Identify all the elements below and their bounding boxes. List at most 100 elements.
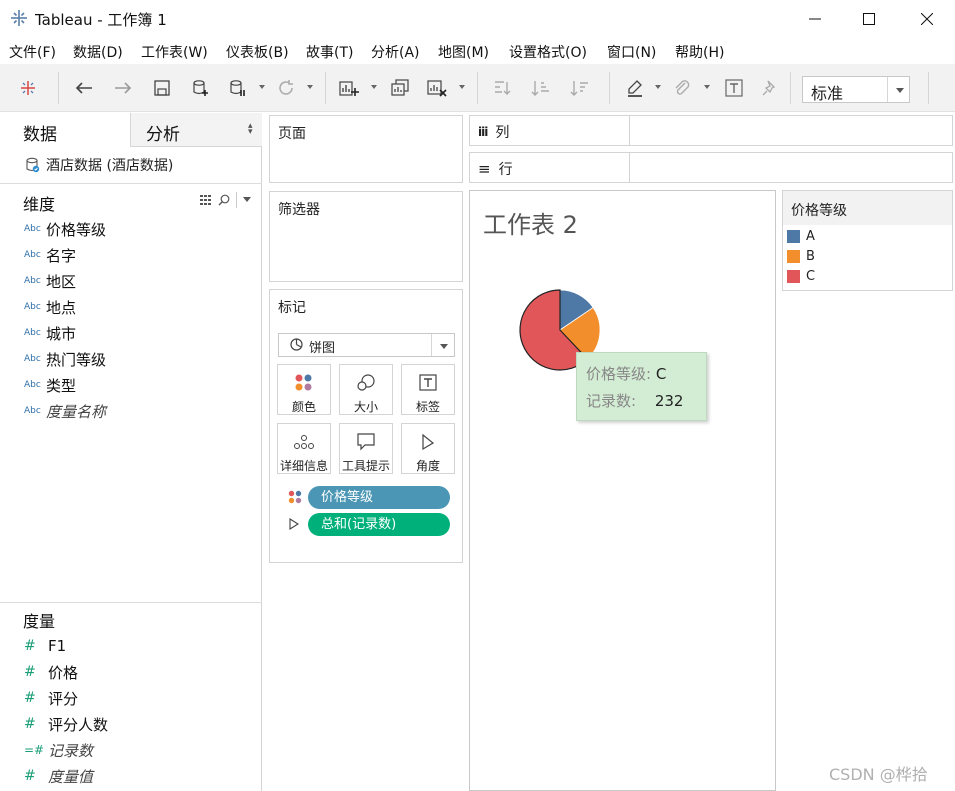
new-worksheet-button[interactable] — [337, 76, 361, 100]
menu-data[interactable]: 数据(D) — [73, 42, 123, 62]
legend-item-b[interactable]: B — [787, 249, 815, 264]
datasource-name: 酒店数据 (酒店数据) — [46, 158, 174, 174]
field-dimension[interactable]: Abc 度量名称 — [24, 400, 106, 422]
filters-card[interactable]: 筛选器 — [269, 191, 463, 282]
fit-select[interactable]: 标准 — [802, 76, 910, 103]
field-dimension[interactable]: Abc 价格等级 — [24, 218, 106, 240]
refresh-button[interactable] — [274, 76, 298, 100]
color-button[interactable]: 颜色 — [277, 364, 331, 415]
field-dimension[interactable]: Abc 名字 — [24, 244, 76, 266]
minimize-button[interactable] — [792, 0, 838, 38]
datasource-item[interactable]: 酒店数据 (酒店数据) — [26, 155, 173, 175]
refresh-icon — [279, 80, 293, 95]
fit-select-divider — [887, 77, 888, 102]
sort-descending-button[interactable] — [568, 76, 592, 100]
undo-button[interactable] — [72, 76, 96, 100]
menu-window[interactable]: 窗口(N) — [607, 42, 656, 62]
legend-label: A — [806, 229, 815, 244]
field-measure[interactable]: =# 记录数 — [24, 739, 93, 761]
new-sheet-dropdown-caret[interactable] — [371, 85, 377, 89]
legend-item-c[interactable]: C — [787, 269, 815, 284]
divider — [629, 116, 630, 145]
new-datasource-button[interactable] — [189, 76, 213, 100]
field-measure[interactable]: # 评分人数 — [24, 713, 108, 735]
columns-shelf[interactable]: iii 列 — [469, 115, 953, 146]
updown-icon: ▴ ▾ — [248, 121, 253, 137]
save-button[interactable] — [150, 76, 174, 100]
pages-card[interactable]: 页面 — [269, 115, 463, 183]
field-measure[interactable]: # F1 — [24, 635, 66, 657]
number-type-icon: # — [24, 716, 36, 732]
sort-descending-icon — [570, 81, 588, 96]
maximize-button[interactable] — [846, 0, 892, 38]
tab-analysis[interactable]: 分析 ▴ ▾ — [130, 113, 262, 147]
menu-help[interactable]: 帮助(H) — [675, 42, 724, 62]
field-dimension[interactable]: Abc 地点 — [24, 296, 76, 318]
highlight-button[interactable] — [623, 76, 647, 100]
label-button[interactable]: 标签 — [401, 364, 455, 415]
search-icon[interactable] — [218, 194, 230, 206]
fix-axes-button[interactable] — [758, 76, 782, 100]
price-level-pill[interactable]: 价格等级 — [308, 485, 450, 509]
mark-type-select[interactable]: 饼图 — [278, 333, 455, 357]
swap-rows-columns-button[interactable] — [490, 76, 514, 100]
clear-sheet-button[interactable] — [425, 76, 449, 100]
tableau-home-button[interactable] — [16, 76, 40, 100]
chevron-down-icon — [440, 344, 448, 349]
menu-story[interactable]: 故事(T) — [306, 42, 353, 62]
sort-ascending-button[interactable] — [529, 76, 553, 100]
field-dimension[interactable]: Abc 热门等级 — [24, 348, 106, 370]
detail-button[interactable]: 详细信息 — [277, 423, 331, 474]
legend-label: B — [806, 249, 815, 264]
tooltip-button[interactable]: 工具提示 — [339, 423, 393, 474]
highlighter-icon — [628, 80, 642, 97]
field-dimension[interactable]: Abc 类型 — [24, 374, 76, 396]
group-members-button[interactable] — [670, 76, 694, 100]
chevron-down-icon[interactable] — [243, 197, 251, 203]
field-measure[interactable]: # 度量值 — [24, 765, 93, 787]
divider — [0, 183, 262, 184]
toolbar-separator — [928, 72, 929, 104]
group-dropdown-caret[interactable] — [704, 85, 710, 89]
rows-shelf[interactable]: ≡ 行 — [469, 152, 953, 183]
menu-format[interactable]: 设置格式(O) — [509, 42, 587, 62]
menu-file[interactable]: 文件(F) — [9, 42, 56, 62]
label-label: 标签 — [415, 400, 440, 414]
redo-button[interactable] — [111, 76, 135, 100]
menu-analysis[interactable]: 分析(A) — [371, 42, 420, 62]
number-type-icon: # — [24, 664, 36, 680]
field-dimension[interactable]: Abc 地区 — [24, 270, 76, 292]
field-dimension[interactable]: Abc 城市 — [24, 322, 76, 344]
detail-dots-icon — [294, 435, 314, 449]
grid-view-icon[interactable] — [200, 195, 212, 205]
menu-map[interactable]: 地图(M) — [438, 42, 489, 62]
field-name: F1 — [48, 637, 67, 655]
field-name: 类型 — [46, 376, 77, 395]
arrow-right-icon — [115, 82, 132, 94]
highlight-dropdown-caret[interactable] — [655, 85, 661, 89]
duplicate-sheet-button[interactable] — [388, 76, 412, 100]
tooltip-field-label: 价格等级: — [586, 365, 652, 383]
size-circles-icon — [357, 374, 375, 391]
pause-updates-button[interactable] — [226, 76, 250, 100]
menu-worksheet[interactable]: 工作表(W) — [141, 42, 208, 62]
refresh-dropdown-caret[interactable] — [307, 85, 313, 89]
color-pill-row: 价格等级 — [288, 485, 450, 509]
show-mark-labels-button[interactable] — [722, 76, 746, 100]
tab-data[interactable]: 数据 — [0, 113, 130, 147]
angle-button[interactable]: 角度 — [401, 423, 455, 474]
worksheet-view[interactable]: 工作表 2 价格等级: C 记录数: 232 — [469, 190, 776, 791]
field-measure[interactable]: # 评分 — [24, 687, 78, 709]
close-button[interactable] — [904, 0, 950, 38]
legend-header[interactable]: 价格等级 — [783, 191, 952, 225]
field-measure[interactable]: # 价格 — [24, 661, 78, 683]
menu-dashboard[interactable]: 仪表板(B) — [226, 42, 289, 62]
clear-dropdown-caret[interactable] — [459, 85, 465, 89]
size-button[interactable]: 大小 — [339, 364, 393, 415]
legend-item-a[interactable]: A — [787, 229, 815, 244]
color-dots-icon — [295, 374, 312, 391]
pause-dropdown-caret[interactable] — [259, 85, 265, 89]
record-count-pill[interactable]: 总和(记录数) — [308, 512, 450, 536]
field-name: 度量值 — [48, 767, 94, 786]
rows-icon: ≡ — [478, 160, 491, 178]
